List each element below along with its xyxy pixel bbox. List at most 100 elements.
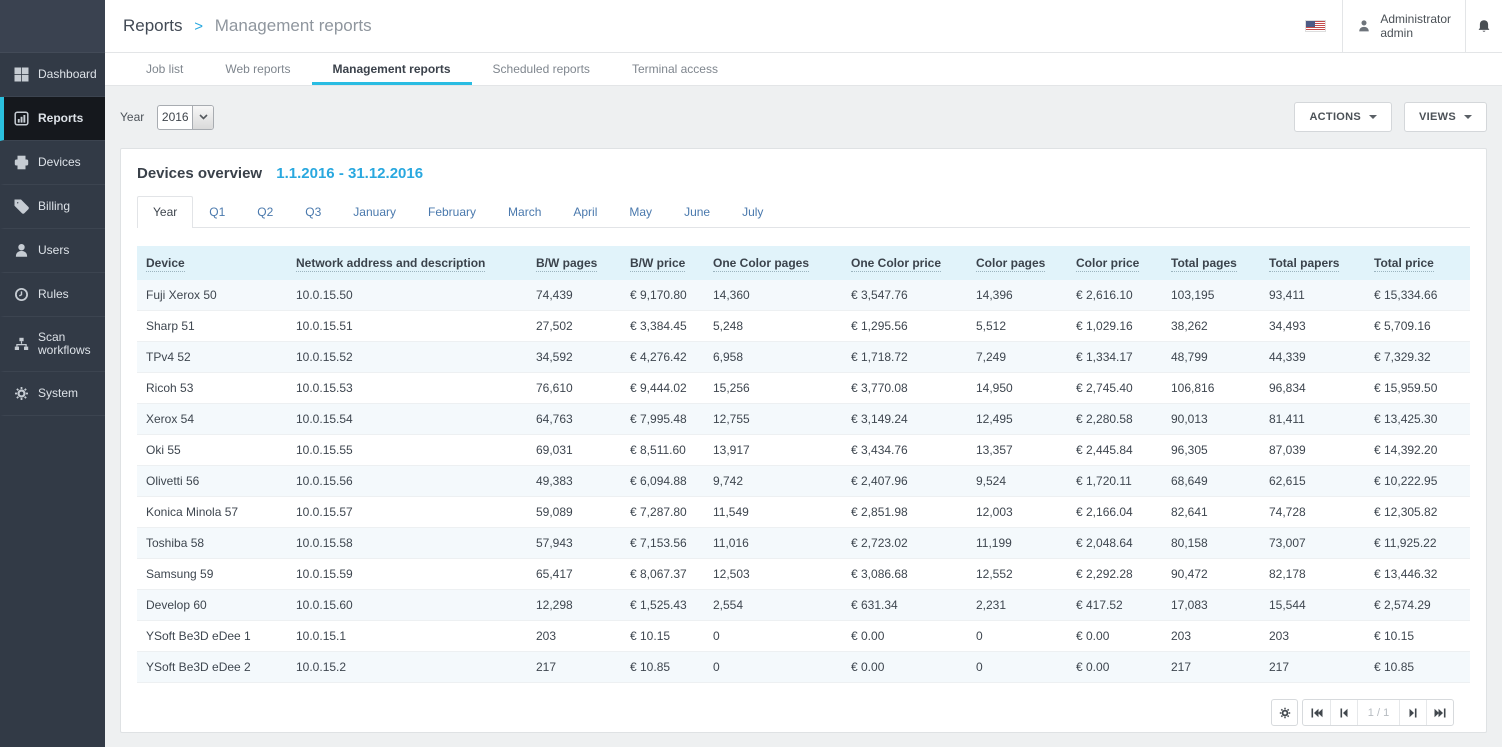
cell-total-price: € 14,392.20 [1365,435,1470,466]
cell-one-color-price: € 3,434.76 [842,435,967,466]
app-window: Dashboard Reports Devices Billing Users [0,0,1502,747]
cell-color-pages: 0 [967,652,1067,683]
cell-total-pages: 103,195 [1162,280,1260,311]
tab-job-list[interactable]: Job list [125,53,204,85]
column-header-color-pages[interactable]: Color pages [967,246,1067,280]
period-tab-july[interactable]: July [726,196,779,227]
tab-web-reports[interactable]: Web reports [204,53,311,85]
next-page-button[interactable] [1399,700,1426,725]
column-header-one-color-price[interactable]: One Color price [842,246,967,280]
table-row: Oki 55 10.0.15.55 69,031 € 8,511.60 13,9… [137,435,1470,466]
cell-bw-price: € 6,094.88 [621,466,704,497]
cell-color-price: € 2,292.28 [1067,559,1162,590]
sidebar-item-system[interactable]: System [0,372,105,416]
last-page-button[interactable] [1426,700,1453,725]
period-tab-february[interactable]: February [412,196,492,227]
cell-bw-price: € 7,287.80 [621,497,704,528]
column-header-one-color-pages[interactable]: One Color pages [704,246,842,280]
cell-one-color-pages: 13,917 [704,435,842,466]
cell-total-pages: 80,158 [1162,528,1260,559]
sidebar-item-rules[interactable]: Rules [0,273,105,317]
table-row: Xerox 54 10.0.15.54 64,763 € 7,995.48 12… [137,404,1470,435]
actions-button-label: ACTIONS [1309,111,1361,123]
cell-color-price: € 2,745.40 [1067,373,1162,404]
report-date-range: 1.1.2016 - 31.12.2016 [276,165,423,182]
last-page-icon [1434,708,1446,718]
sidebar-item-reports[interactable]: Reports [0,97,105,141]
cell-bw-price: € 7,995.48 [621,404,704,435]
cell-one-color-pages: 11,549 [704,497,842,528]
sidebar-item-dashboard[interactable]: Dashboard [0,53,105,97]
views-button[interactable]: VIEWS [1404,102,1487,132]
cell-total-price: € 12,305.82 [1365,497,1470,528]
cell-device: TPv4 52 [137,342,287,373]
cell-total-pages: 90,013 [1162,404,1260,435]
table-row: YSoft Be3D eDee 2 10.0.15.2 217 € 10.85 … [137,652,1470,683]
table-row: Samsung 59 10.0.15.59 65,417 € 8,067.37 … [137,559,1470,590]
cell-device: Develop 60 [137,590,287,621]
column-header-total-papers[interactable]: Total papers [1260,246,1365,280]
table-row: Konica Minola 57 10.0.15.57 59,089 € 7,2… [137,497,1470,528]
user-icon [14,243,29,258]
cell-color-pages: 14,396 [967,280,1067,311]
sidebar-item-scan-workflows[interactable]: Scan workflows [0,317,105,372]
column-header-network-address[interactable]: Network address and description [287,246,527,280]
period-tab-q2[interactable]: Q2 [241,196,289,227]
period-tab-q3[interactable]: Q3 [289,196,337,227]
column-header-bw-price[interactable]: B/W price [621,246,704,280]
cell-total-papers: 203 [1260,621,1365,652]
table-row: Toshiba 58 10.0.15.58 57,943 € 7,153.56 … [137,528,1470,559]
sidebar-item-label: Dashboard [38,68,97,81]
cell-bw-pages: 64,763 [527,404,621,435]
cell-one-color-price: € 1,295.56 [842,311,967,342]
column-header-bw-pages[interactable]: B/W pages [527,246,621,280]
cell-total-price: € 5,709.16 [1365,311,1470,342]
period-tab-june[interactable]: June [668,196,726,227]
notifications-button[interactable] [1466,0,1502,52]
cell-one-color-price: € 3,547.76 [842,280,967,311]
column-header-color-price[interactable]: Color price [1067,246,1162,280]
breadcrumb-root[interactable]: Reports [123,16,183,35]
sitemap-icon [14,337,29,352]
year-select[interactable]: 2016 [157,105,214,130]
cell-color-price: € 2,166.04 [1067,497,1162,528]
tab-management-reports[interactable]: Management reports [312,53,472,85]
period-tab-year[interactable]: Year [137,196,193,228]
previous-page-button[interactable] [1330,700,1357,725]
first-page-button[interactable] [1303,700,1330,725]
period-tab-march[interactable]: March [492,196,557,227]
cell-color-price: € 417.52 [1067,590,1162,621]
table-row: TPv4 52 10.0.15.52 34,592 € 4,276.42 6,9… [137,342,1470,373]
cell-color-pages: 2,231 [967,590,1067,621]
cell-device: Konica Minola 57 [137,497,287,528]
user-menu[interactable]: Administrator admin [1343,0,1465,52]
devices-table: Device Network address and description B… [137,246,1470,683]
page-indicator: 1 / 1 [1357,700,1399,725]
sidebar-item-label: Devices [38,156,81,169]
cell-network-address: 10.0.15.59 [287,559,527,590]
us-flag-icon[interactable] [1305,20,1326,32]
cell-device: Xerox 54 [137,404,287,435]
sidebar-item-devices[interactable]: Devices [0,141,105,185]
period-tab-q1[interactable]: Q1 [193,196,241,227]
column-header-total-price[interactable]: Total price [1365,246,1470,280]
cell-bw-pages: 217 [527,652,621,683]
column-header-device[interactable]: Device [137,246,287,280]
period-tab-may[interactable]: May [613,196,668,227]
table-settings-button[interactable] [1271,699,1298,726]
cell-total-price: € 2,574.29 [1365,590,1470,621]
tab-scheduled-reports[interactable]: Scheduled reports [472,53,611,85]
sidebar-item-label: Scan workflows [38,331,101,357]
sidebar-item-billing[interactable]: Billing [0,185,105,229]
actions-button[interactable]: ACTIONS [1294,102,1392,132]
period-tab-april[interactable]: April [557,196,613,227]
table-row: Sharp 51 10.0.15.51 27,502 € 3,384.45 5,… [137,311,1470,342]
caret-down-icon [1464,115,1472,119]
column-header-total-pages[interactable]: Total pages [1162,246,1260,280]
cell-total-price: € 15,959.50 [1365,373,1470,404]
cell-one-color-price: € 2,851.98 [842,497,967,528]
cell-bw-pages: 27,502 [527,311,621,342]
sidebar-item-users[interactable]: Users [0,229,105,273]
tab-terminal-access[interactable]: Terminal access [611,53,739,85]
period-tab-january[interactable]: January [337,196,412,227]
